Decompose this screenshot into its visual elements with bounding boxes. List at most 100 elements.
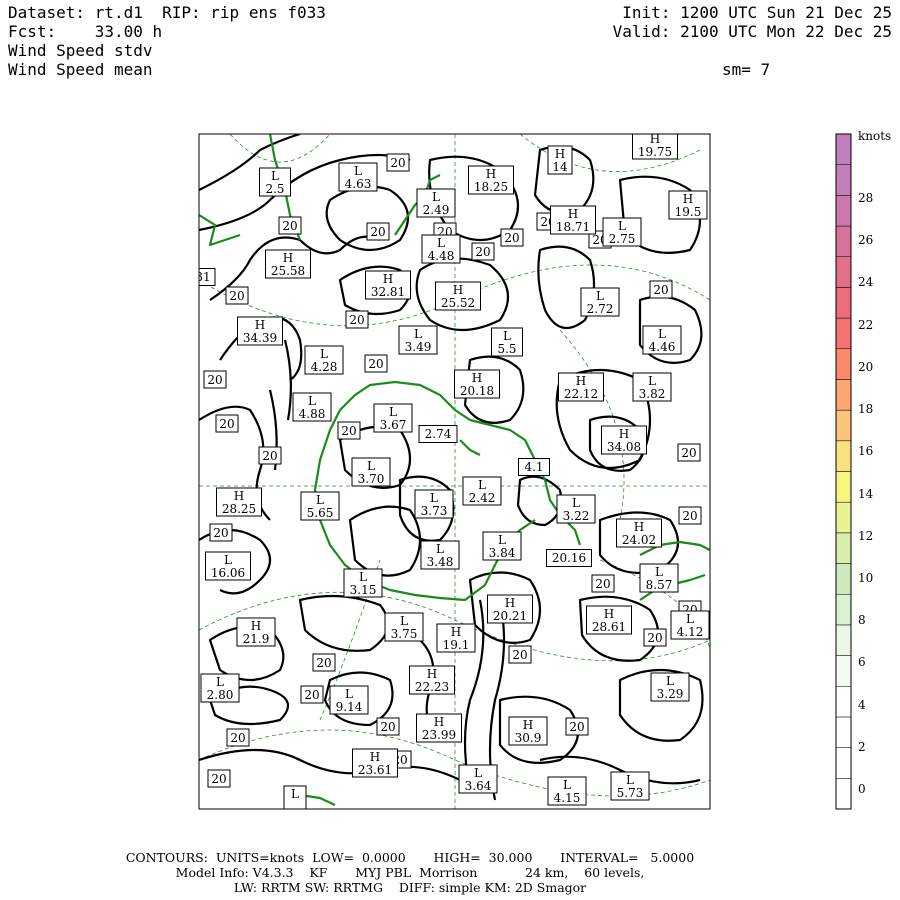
- low-marker: L2.75: [602, 217, 642, 247]
- contour-label-text: 20: [304, 688, 319, 702]
- contour-value-label: 20: [386, 153, 410, 172]
- low-marker: L3.75: [384, 612, 424, 642]
- marker-value: 3.49: [405, 340, 432, 354]
- colorbar-tick-label: 28: [858, 191, 873, 205]
- marker-kind: L: [686, 612, 694, 626]
- marker-kind: H: [576, 374, 586, 388]
- marker-kind: H: [251, 619, 261, 633]
- marker-value: 2.42: [469, 491, 496, 505]
- colorbar-cell: [835, 317, 852, 350]
- marker-value: 2.80: [207, 688, 234, 702]
- low-marker: L5.65: [300, 491, 340, 521]
- marker-kind: H: [486, 167, 496, 181]
- low-marker: L4.15: [547, 776, 587, 806]
- marker-kind: L: [563, 778, 571, 792]
- contour-value-label: 20: [508, 645, 532, 664]
- low-marker: L16.06: [205, 551, 251, 581]
- marker-value: 3.67: [380, 418, 407, 432]
- contour-value-label: 20: [225, 286, 249, 305]
- colorbar-cell: [835, 563, 852, 595]
- contour-label-text: 20: [230, 731, 245, 745]
- marker-kind: L: [503, 329, 511, 343]
- contour-value-label: 20: [677, 443, 701, 462]
- colorbar-tick-label: 14: [858, 487, 874, 501]
- colorbar-cell: [835, 287, 852, 319]
- colorbar-cell: [835, 778, 852, 810]
- marker-value: 2.5: [265, 182, 284, 196]
- colorbar-tick-label: 10: [858, 571, 873, 585]
- marker-kind: L: [432, 190, 440, 204]
- low-marker: L2.72: [580, 287, 620, 317]
- marker-value: 5.5: [497, 342, 516, 356]
- contour-value-label: 20: [345, 310, 369, 329]
- marker-kind: L: [224, 553, 232, 567]
- marker-value: 3.75: [391, 627, 418, 641]
- colorbar-tick-label: 12: [858, 529, 873, 543]
- colorbar-cell: [835, 379, 852, 411]
- low-marker: L5.5: [491, 327, 523, 357]
- contour-label-text: 20: [349, 313, 364, 327]
- contour-label-text: 20: [569, 720, 584, 734]
- contour-label-text: 20: [681, 446, 696, 460]
- marker-kind: L: [474, 766, 482, 780]
- colorbar: knots 0246810121416182022242628: [835, 129, 891, 810]
- colorbar-cell: [835, 501, 852, 534]
- contour-label-text: 20: [380, 720, 395, 734]
- colorbar-cell: [835, 348, 852, 380]
- model-info-line: Model Info: V4.3.3 KF MYJ PBL Morrison 2…: [175, 865, 645, 880]
- high-marker: H25.52: [435, 281, 481, 311]
- marker-kind: L: [271, 169, 279, 183]
- contour-value-label: 20: [591, 574, 615, 593]
- colorbar-tick-label: 2: [858, 740, 866, 754]
- marker-kind: L: [666, 674, 674, 688]
- map-canvas: 2020 20 202020 2020202020 2020 20202020202020…: [198, 129, 891, 810]
- map-area: 20 20 20 20 20 20 20 20 20 20 20 20 20 20 20 20 20 20 20 20…: [198, 133, 711, 810]
- marker-kind: H: [283, 251, 293, 265]
- marker-value: 22.23: [415, 680, 449, 694]
- marker-value: 4.15: [554, 791, 581, 805]
- marker-value: 18.71: [556, 220, 590, 234]
- high-marker: H18.25: [468, 165, 514, 195]
- colorbar-cell: [835, 716, 852, 748]
- marker-kind: H: [568, 207, 578, 221]
- contour-value-label: 20: [312, 653, 336, 672]
- contour-label-text: 20: [207, 373, 222, 387]
- marker-kind: H: [370, 750, 380, 764]
- contour-label-text: 20: [211, 772, 226, 786]
- marker-kind: L: [316, 493, 324, 507]
- colorbar-cell: [835, 409, 852, 442]
- low-marker: L: [283, 785, 307, 809]
- colorbar-tick-labels: 0246810121416182022242628: [858, 191, 874, 796]
- marker-value: 4.63: [345, 177, 372, 191]
- marker-kind: H: [234, 489, 244, 503]
- marker-value: 22.12: [564, 387, 598, 401]
- high-marker: H32.81: [365, 270, 411, 300]
- low-marker: L3.29: [650, 672, 690, 702]
- contour-value-label: 20: [643, 628, 667, 647]
- marker-value: 30.9: [515, 731, 542, 745]
- marker-kind: L: [430, 491, 438, 505]
- contour-value-label: 20: [226, 728, 250, 747]
- extremum-marker: 31: [199, 268, 216, 286]
- marker-kind: L: [320, 347, 328, 361]
- high-marker: H25.58: [265, 249, 311, 279]
- low-marker: L2.49: [416, 188, 456, 218]
- high-marker: H34.08: [601, 425, 647, 455]
- low-marker: L3.73: [414, 489, 454, 519]
- marker-value: 3.84: [489, 546, 516, 560]
- marker-kind: H: [634, 520, 644, 534]
- low-marker: L3.82: [632, 372, 672, 402]
- high-marker: H20.18: [454, 369, 500, 399]
- extremum-marker: 4.1: [518, 458, 550, 476]
- marker-value: 16.06: [211, 566, 245, 580]
- colorbar-tick-label: 22: [858, 318, 873, 332]
- high-marker: H18.71: [550, 205, 596, 235]
- high-marker: H20.21: [487, 594, 533, 624]
- low-marker: L4.46: [642, 325, 682, 355]
- contour-value-label: 20: [258, 446, 282, 465]
- marker-kind: L: [291, 787, 299, 801]
- contour-value-label: 20: [471, 242, 495, 261]
- marker-kind: L: [626, 773, 634, 787]
- low-marker: L4.88: [292, 392, 332, 422]
- contour-value-label: 20: [209, 523, 233, 542]
